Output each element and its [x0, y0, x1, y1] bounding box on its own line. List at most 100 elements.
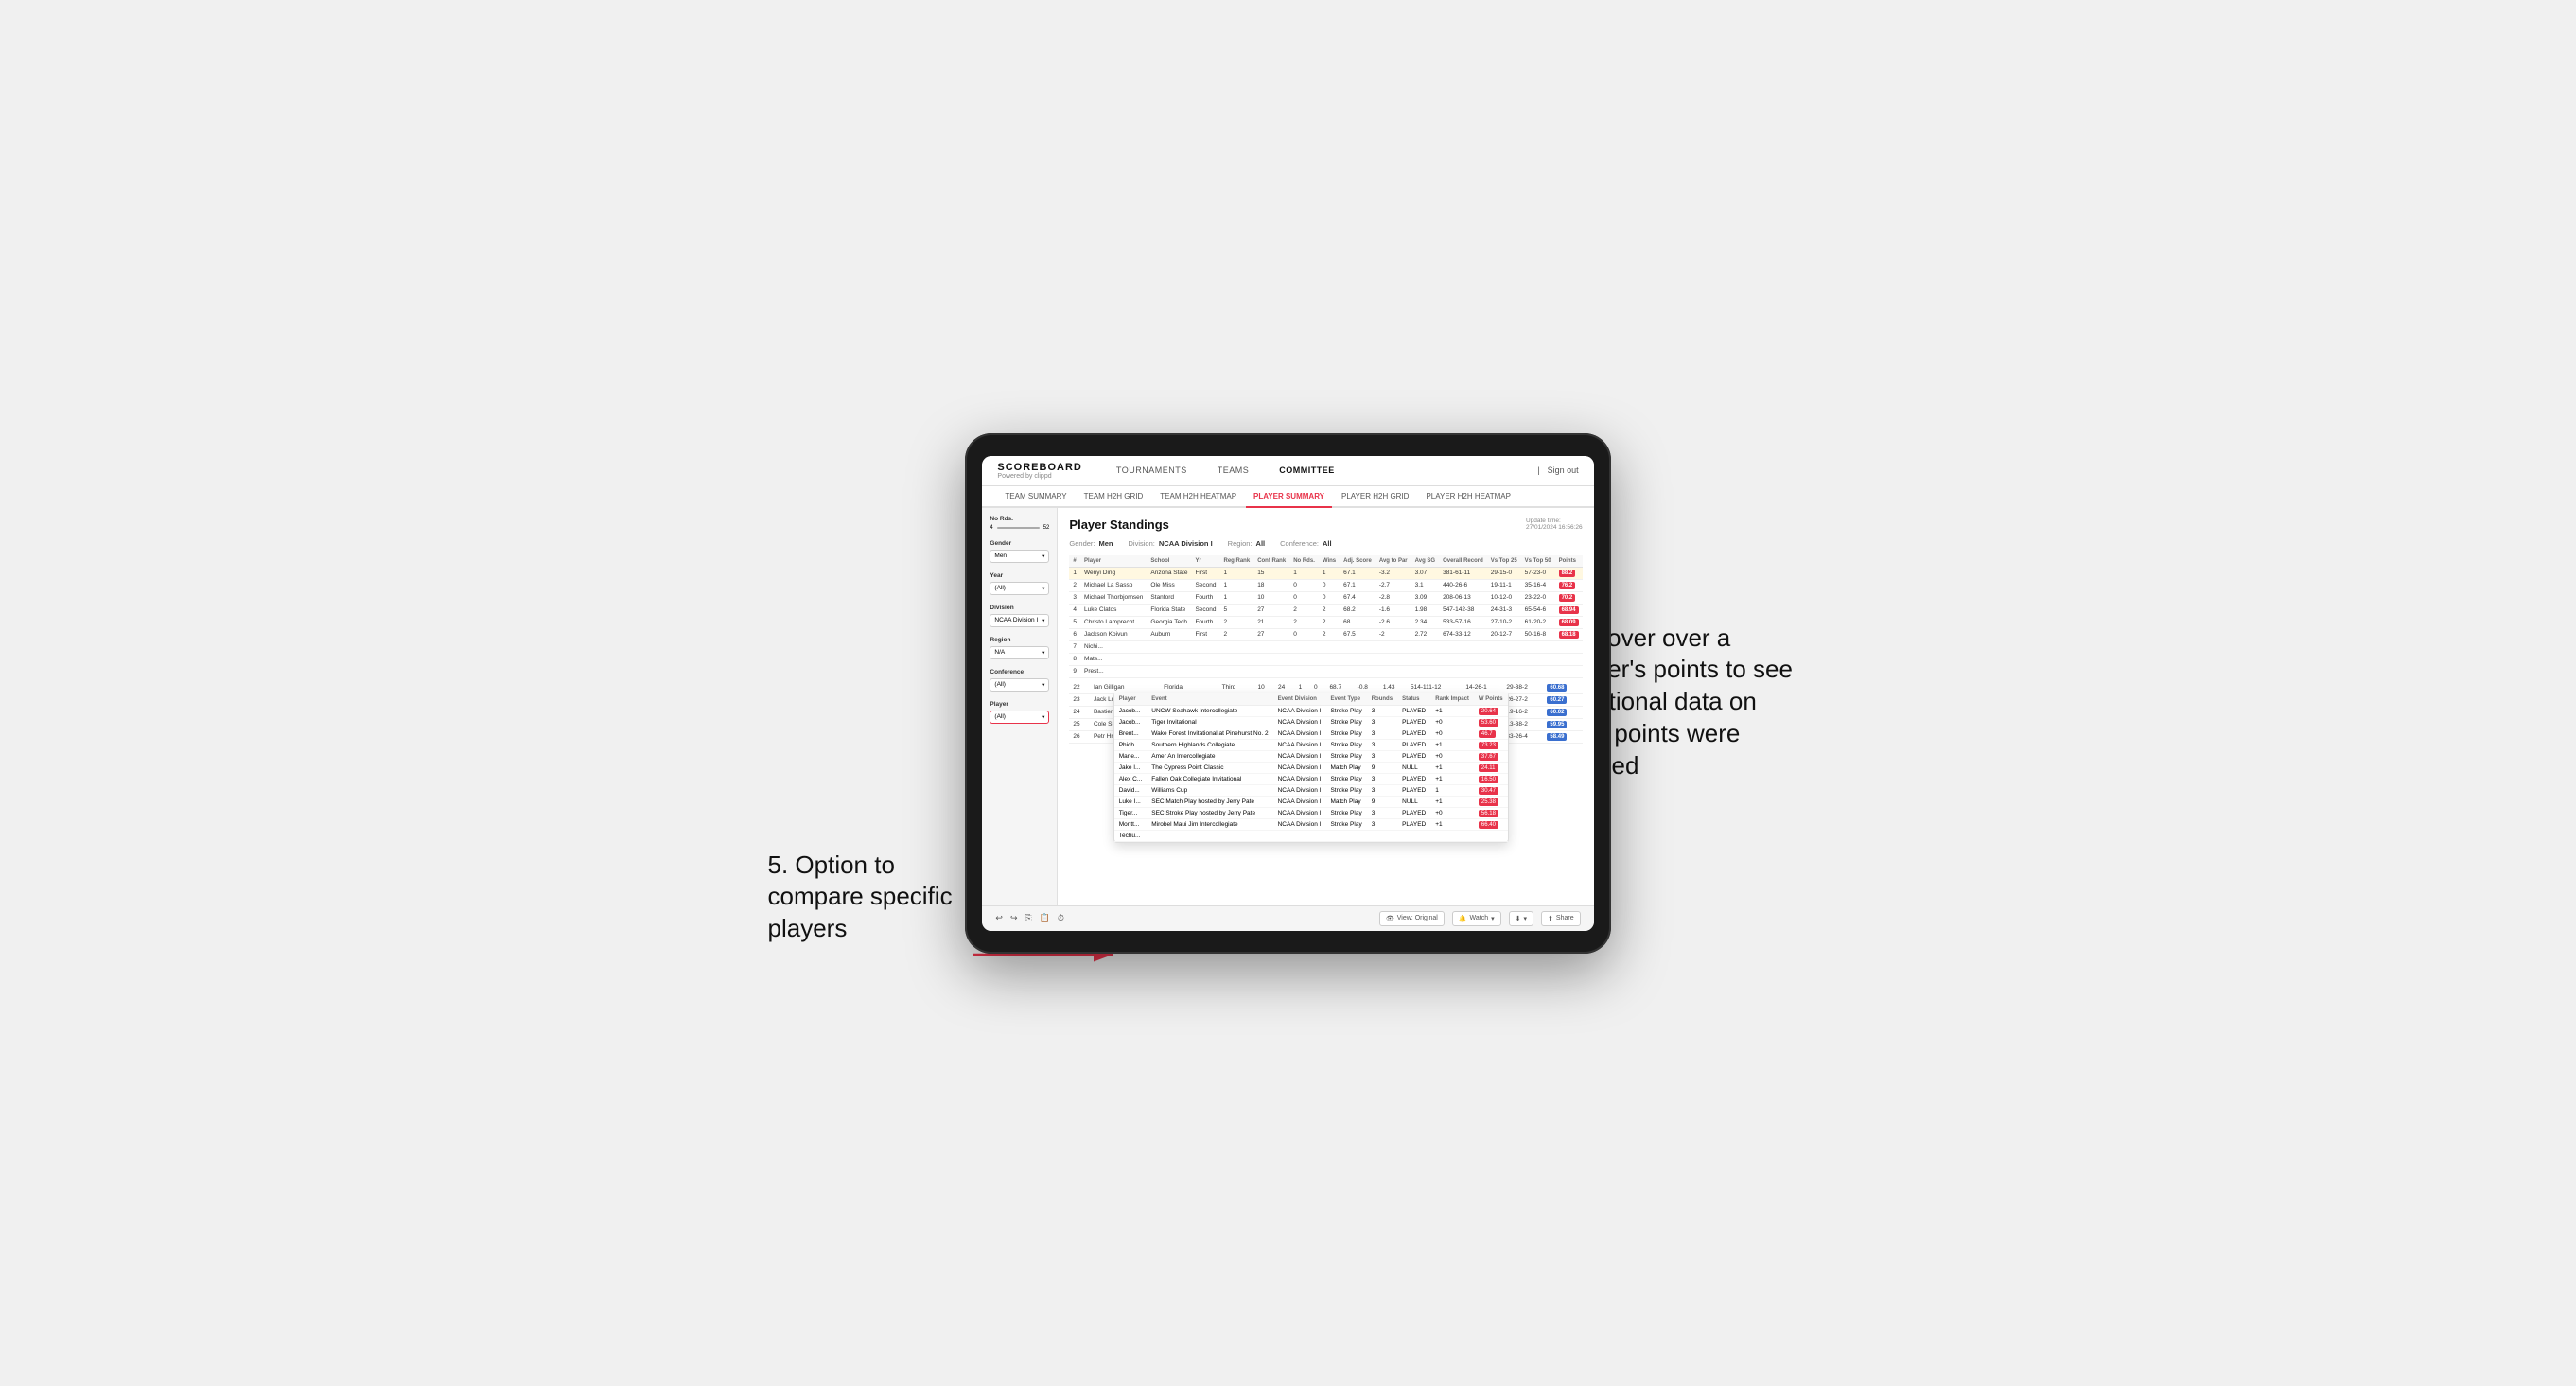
nav-teams[interactable]: TEAMS — [1212, 462, 1255, 479]
filter-conference-label: Conference: — [1280, 539, 1319, 548]
popup-cell-points[interactable]: 56.18 — [1474, 807, 1508, 818]
view-original-label: View: Original — [1397, 915, 1438, 921]
gender-select[interactable]: Men ▾ — [990, 550, 1049, 563]
popup-points-badge[interactable]: 56.18 — [1479, 810, 1498, 817]
popup-cell-points[interactable] — [1474, 830, 1508, 841]
sidebar-rds-range: 4 52 — [990, 525, 1049, 531]
col-adj: Adj. Score — [1340, 555, 1376, 568]
cell-num: 3 — [1069, 591, 1080, 604]
cell-to-par: -2.8 — [1376, 591, 1411, 604]
cell-points[interactable] — [1555, 653, 1583, 665]
nav-tournaments[interactable]: TOURNAMENTS — [1111, 462, 1193, 479]
chevron-down-icon-6: ▾ — [1042, 713, 1044, 721]
region-select[interactable]: N/A ▾ — [990, 646, 1049, 659]
popup-col-rank: Rank Impact — [1430, 693, 1474, 706]
cell-points[interactable]: 58.49 — [1543, 730, 1582, 743]
points-badge[interactable]: 88.2 — [1559, 570, 1576, 577]
share-btn[interactable]: ⬆ Share — [1541, 911, 1581, 926]
popup-points-badge[interactable]: 16.50 — [1479, 776, 1498, 783]
player-select[interactable]: (All) ▾ — [990, 711, 1049, 724]
cell-points[interactable]: 60.02 — [1543, 706, 1582, 718]
nav-committee[interactable]: COMMITTEE — [1273, 462, 1341, 479]
tab-player-h2h-heatmap[interactable]: PLAYER H2H HEATMAP — [1418, 486, 1518, 508]
cell-points[interactable]: 59.95 — [1543, 718, 1582, 730]
popup-cell-event: SEC Stroke Play hosted by Jerry Pate — [1147, 807, 1272, 818]
cell-points[interactable]: 88.2 — [1555, 567, 1583, 579]
cell-points[interactable]: 68.94 — [1555, 604, 1583, 616]
points-badge[interactable]: 68.09 — [1559, 619, 1579, 626]
popup-cell-player: Luke I... — [1114, 796, 1148, 807]
cell-adj: 67.1 — [1340, 579, 1376, 591]
watch-btn[interactable]: 🔔 Watch ▾ — [1452, 911, 1501, 926]
popup-row: Jacob... Tiger Invitational NCAA Divisio… — [1114, 716, 1508, 728]
annotation-left-text: 5. Option to compare specific players — [768, 851, 953, 943]
points-badge[interactable]: 68.94 — [1559, 606, 1579, 614]
tab-team-h2h-grid[interactable]: TEAM H2H GRID — [1077, 486, 1151, 508]
conference-select[interactable]: (All) ▾ — [990, 678, 1049, 692]
popup-points-badge[interactable]: 25.38 — [1479, 798, 1498, 806]
cell-points[interactable] — [1555, 665, 1583, 677]
copy-icon[interactable]: ⎘ — [1025, 913, 1032, 923]
popup-cell-rank: +1 — [1430, 705, 1474, 716]
cell-points[interactable]: 76.2 — [1555, 579, 1583, 591]
popup-points-badge[interactable]: 24.11 — [1479, 764, 1498, 772]
cell-points[interactable]: 68.09 — [1555, 616, 1583, 628]
cell-yr — [1191, 653, 1219, 665]
popup-cell-rounds: 3 — [1367, 784, 1397, 796]
points-badge-blue[interactable]: 59.95 — [1547, 721, 1567, 728]
chevron-down-icon-5: ▾ — [1042, 681, 1044, 689]
sidebar-player: Player (All) ▾ — [990, 701, 1049, 724]
popup-points-badge[interactable]: 37.67 — [1479, 753, 1498, 761]
sign-out-link[interactable]: Sign out — [1548, 465, 1579, 475]
points-badge-blue[interactable]: 58.49 — [1547, 733, 1567, 741]
popup-cell-points[interactable]: 16.50 — [1474, 773, 1508, 784]
popup-cell-points[interactable]: 66.40 — [1474, 818, 1508, 830]
popup-cell-points[interactable]: 73.23 — [1474, 739, 1508, 750]
popup-cell-points[interactable]: 25.38 — [1474, 796, 1508, 807]
tab-player-summary[interactable]: PLAYER SUMMARY — [1246, 486, 1332, 508]
points-badge-blue[interactable]: 60.68 — [1547, 684, 1567, 692]
range-slider[interactable] — [997, 527, 1040, 529]
history-icon[interactable]: ⏱ — [1058, 913, 1064, 923]
tab-player-h2h-grid[interactable]: PLAYER H2H GRID — [1334, 486, 1416, 508]
cell-points[interactable]: 68.18 — [1555, 628, 1583, 640]
tab-team-h2h-heatmap[interactable]: TEAM H2H HEATMAP — [1152, 486, 1244, 508]
cell-points[interactable]: 60.68 — [1543, 682, 1582, 694]
popup-points-badge[interactable]: 30.47 — [1479, 787, 1498, 795]
popup-cell-event: The Cypress Point Classic — [1147, 762, 1272, 773]
points-badge-blue[interactable]: 60.27 — [1547, 696, 1567, 704]
year-select[interactable]: (All) ▾ — [990, 582, 1049, 595]
points-badge[interactable]: 76.2 — [1559, 582, 1576, 589]
popup-cell-points[interactable]: 20.64 — [1474, 705, 1508, 716]
cell-points[interactable]: 60.27 — [1543, 693, 1582, 706]
tab-team-summary[interactable]: TEAM SUMMARY — [997, 486, 1074, 508]
popup-cell-points[interactable]: 46.7 — [1474, 728, 1508, 739]
download-btn[interactable]: ⬇ ▾ — [1509, 911, 1533, 926]
popup-cell-points[interactable]: 24.11 — [1474, 762, 1508, 773]
cell-points[interactable]: 70.2 — [1555, 591, 1583, 604]
paste-icon[interactable]: 📋 — [1040, 913, 1050, 923]
cell-rds — [1289, 653, 1319, 665]
points-badge[interactable]: 70.2 — [1559, 594, 1576, 602]
view-original-btn[interactable]: 👁 View: Original — [1379, 911, 1445, 926]
redo-icon[interactable]: ↪ — [1010, 913, 1018, 923]
popup-points-badge[interactable]: 66.40 — [1479, 821, 1498, 829]
popup-points-badge[interactable]: 46.7 — [1479, 730, 1496, 738]
popup-cell-points[interactable]: 37.67 — [1474, 750, 1508, 762]
division-select[interactable]: NCAA Division I ▾ — [990, 614, 1049, 627]
cell-sg — [1411, 640, 1439, 653]
cell-reg-rank: 1 — [1220, 579, 1254, 591]
popup-cell-points[interactable]: 53.60 — [1474, 716, 1508, 728]
popup-points-badge[interactable]: 20.64 — [1479, 708, 1498, 715]
popup-row: Marie... Amer An Intercollegiate NCAA Di… — [1114, 750, 1508, 762]
cell-points[interactable] — [1555, 640, 1583, 653]
table-row: 7 Nichi... — [1069, 640, 1582, 653]
popup-points-badge[interactable]: 73.23 — [1479, 742, 1498, 749]
popup-points-badge[interactable]: 53.60 — [1479, 719, 1498, 727]
cell-record — [1439, 640, 1487, 653]
points-badge-blue[interactable]: 60.02 — [1547, 709, 1567, 716]
popup-cell-points[interactable]: 30.47 — [1474, 784, 1508, 796]
cell-yr: Fourth — [1191, 616, 1219, 628]
undo-icon[interactable]: ↩ — [995, 913, 1003, 923]
points-badge[interactable]: 68.18 — [1559, 631, 1579, 639]
